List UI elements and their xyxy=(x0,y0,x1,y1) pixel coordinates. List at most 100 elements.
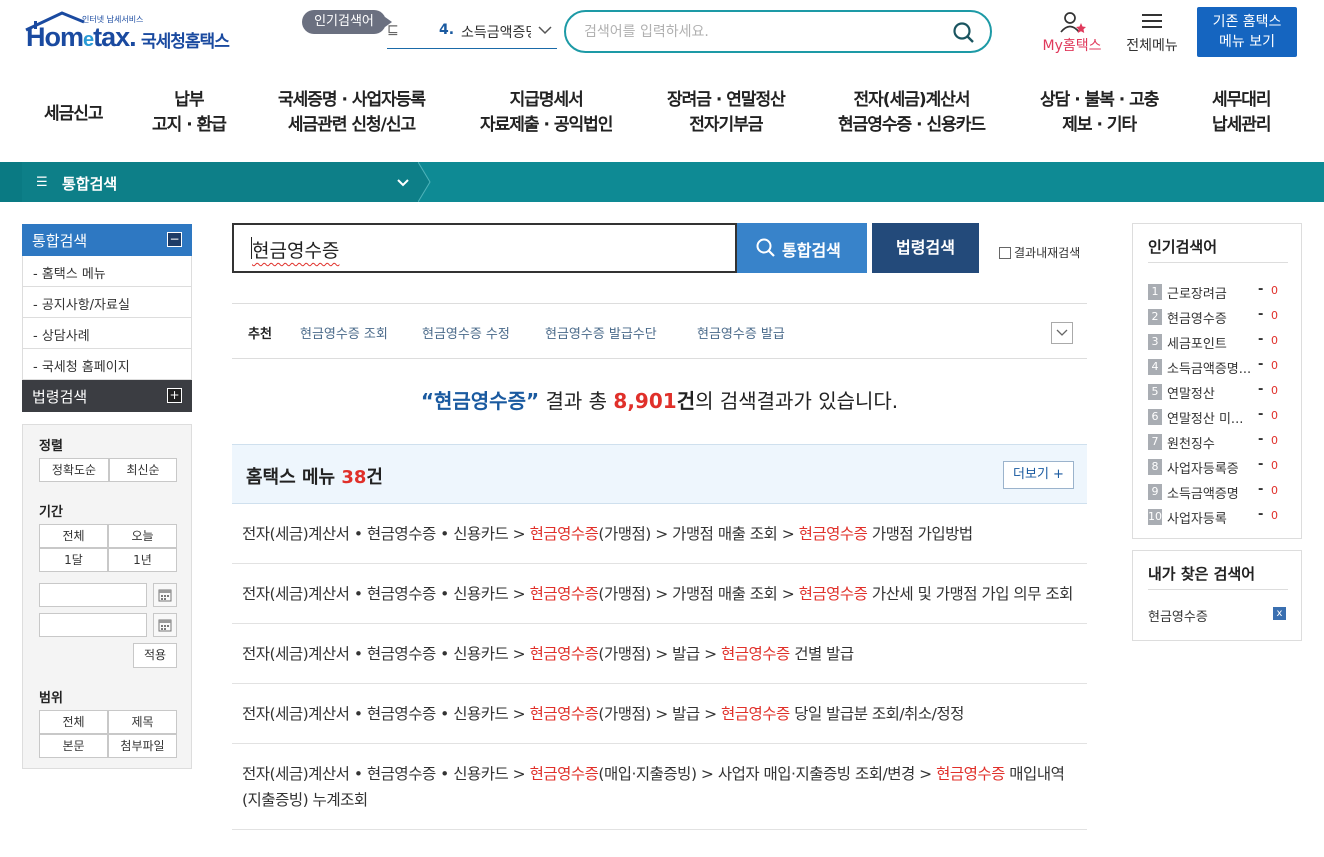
scope-body-button[interactable]: 본문 xyxy=(39,734,108,758)
lnb-item-hometax-menu[interactable]: - 홈택스 메뉴 xyxy=(23,256,191,287)
calendar-icon[interactable] xyxy=(153,613,177,637)
date-from-input[interactable] xyxy=(39,583,147,607)
checkbox-box[interactable] xyxy=(999,247,1011,259)
my-searches-title: 내가 찾은 검색어 xyxy=(1148,565,1256,583)
collapse-icon[interactable]: − xyxy=(167,232,182,247)
apply-button[interactable]: 적용 xyxy=(133,643,177,668)
calendar-icon[interactable] xyxy=(153,583,177,607)
scope-attachment-button[interactable]: 첨부파일 xyxy=(108,734,177,758)
popular-keyword-row[interactable]: 5 연말정산 -0 xyxy=(1148,382,1288,402)
period-all-button[interactable]: 전체 xyxy=(39,524,108,548)
gnb-item-e-invoice[interactable]: 전자(세금)계산서 현금영수증 · 신용카드 xyxy=(838,88,986,138)
gnb-item-line2: 전자기부금 xyxy=(689,115,763,135)
gnb-item-line2: 고지 · 환급 xyxy=(152,115,227,135)
sort-accuracy-button[interactable]: 정확도순 xyxy=(39,458,109,482)
popular-keyword-row[interactable]: 9 소득금액증명 -0 xyxy=(1148,482,1288,502)
recommend-keyword[interactable]: 현금영수증 발급 xyxy=(697,323,785,342)
gnb-item-tax-agent[interactable]: 세무대리 납세관리 xyxy=(1212,88,1272,138)
gnb-item-tax-filing[interactable]: 세금신고 xyxy=(44,102,104,127)
popular-rank-badge: 4 xyxy=(1148,359,1162,375)
rank-change-count: 0 xyxy=(1271,434,1278,447)
header-search-input[interactable] xyxy=(584,22,944,42)
scope-title-button[interactable]: 제목 xyxy=(108,710,177,734)
recommend-keyword[interactable]: 현금영수증 수정 xyxy=(422,323,510,342)
recommend-keyword[interactable]: 현금영수증 조회 xyxy=(300,323,388,342)
popular-keyword: 사업자등록 xyxy=(1167,512,1227,527)
result-item[interactable]: 전자(세금)계산서 • 현금영수증 • 신용카드 > 현금영수증(가맹점) > … xyxy=(232,504,1087,564)
roller-keyword[interactable]: 소득금액증명 xyxy=(461,22,531,42)
summary-query: 현금영수증 xyxy=(433,389,526,413)
popular-keyword-row[interactable]: 4 소득금액증명... -0 xyxy=(1148,357,1288,377)
date-to-input[interactable] xyxy=(39,613,147,637)
old-hometax-menu-button[interactable]: 기존 홈택스 메뉴 보기 xyxy=(1197,7,1297,57)
lnb-item-nts-homepage[interactable]: - 국세청 홈페이지 xyxy=(23,349,191,380)
gnb-item-incentives[interactable]: 장려금 · 연말정산 전자기부금 xyxy=(667,88,786,138)
popular-keyword-roller[interactable]: ⊑ 4. 소득금액증명 xyxy=(387,16,557,49)
period-1month-button[interactable]: 1달 xyxy=(39,548,108,572)
breadcrumb-menu-icon: ☰ xyxy=(36,175,48,190)
gnb-item-consultation[interactable]: 상담 · 불복 · 고충 제보 · 기타 xyxy=(1040,88,1159,138)
search-in-result-checkbox[interactable]: 결과내재검색 xyxy=(999,244,1080,261)
popular-keyword-row[interactable]: 7 원천징수 -0 xyxy=(1148,432,1288,452)
chevron-down-icon[interactable] xyxy=(396,177,410,189)
popular-rank-badge: 6 xyxy=(1148,409,1162,425)
popular-keyword-row[interactable]: 2 현금영수증 -0 xyxy=(1148,307,1288,327)
lnb-item-consult-cases[interactable]: - 상담사례 xyxy=(23,318,191,349)
law-search-button[interactable]: 법령검색 xyxy=(872,223,979,273)
popular-keyword-row[interactable]: 8 사업자등록증 -0 xyxy=(1148,457,1288,477)
my-hometax-button[interactable]: My홈택스 xyxy=(1036,10,1108,56)
hometax-logo[interactable]: 인터넷 납세서비스 Hometax. 국세청홈택스 xyxy=(24,10,239,60)
gnb-item-line2: 제보 · 기타 xyxy=(1062,115,1137,135)
rank-change-dash: - xyxy=(1258,332,1264,347)
result-text: 전자(세금)계산서 • 현금영수증 • 신용카드 > xyxy=(242,705,530,723)
expand-icon[interactable]: + xyxy=(167,388,182,403)
gnb-item-line2: 자료제출 · 공익법인 xyxy=(480,115,613,135)
popular-keyword: 소득금액증명 xyxy=(1167,487,1239,502)
popular-keyword-row[interactable]: 6 연말정산 미... -0 xyxy=(1148,407,1288,427)
scope-all-button[interactable]: 전체 xyxy=(39,710,108,734)
delete-icon[interactable]: x xyxy=(1273,607,1286,620)
recommend-keyword[interactable]: 현금영수증 발급수단 xyxy=(545,323,657,342)
popular-keyword-row[interactable]: 3 세금포인트 -0 xyxy=(1148,332,1288,352)
result-item[interactable]: 전자(세금)계산서 • 현금영수증 • 신용카드 > 현금영수증(가맹점) > … xyxy=(232,564,1087,624)
gnb-item-line1: 상담 · 불복 · 고충 xyxy=(1040,90,1159,110)
main-search-input[interactable]: 현금영수증 xyxy=(232,223,737,273)
lnb-law-search[interactable]: 법령검색 + xyxy=(22,380,192,412)
result-text: 가산세 및 가맹점 가입 의무 조회 xyxy=(867,585,1074,603)
period-today-button[interactable]: 오늘 xyxy=(108,524,177,548)
old-menu-line2: 메뉴 보기 xyxy=(1219,34,1275,50)
result-item[interactable]: 전자(세금)계산서 • 현금영수증 • 신용카드 > 현금영수증(가맹점) > … xyxy=(232,684,1087,744)
result-text: (가맹점) > 발급 > xyxy=(598,645,721,663)
logo-wordmark: Hometax. xyxy=(26,22,137,52)
lnb-unified-search[interactable]: 통합검색 − xyxy=(22,224,192,256)
roller-prev-fragment: ⊑ xyxy=(387,22,399,38)
unified-search-button[interactable]: 통합검색 xyxy=(737,223,867,273)
gnb-item-payment[interactable]: 납부 고지 · 환급 xyxy=(152,88,227,138)
chevron-down-icon[interactable] xyxy=(1051,322,1073,344)
popular-keyword-row[interactable]: 10 사업자등록 -0 xyxy=(1148,507,1288,527)
result-highlight: 현금영수증 xyxy=(798,585,868,603)
my-search-keyword[interactable]: 현금영수증 xyxy=(1148,606,1208,625)
more-button[interactable]: 더보기 + xyxy=(1003,461,1074,489)
popular-keyword-row[interactable]: 1 근로장려금 -0 xyxy=(1148,282,1288,302)
gnb-item-certificates[interactable]: 국세증명 · 사업자등록 세금관련 신청/신고 xyxy=(278,88,426,138)
rank-change-count: 0 xyxy=(1271,509,1278,522)
result-text: (가맹점) > 가맹점 매출 조회 > xyxy=(598,525,799,543)
summary-open-quote: “ xyxy=(420,389,434,413)
unified-search-label: 통합검색 xyxy=(782,241,841,260)
period-1year-button[interactable]: 1년 xyxy=(108,548,177,572)
rank-change-count: 0 xyxy=(1271,384,1278,397)
chevron-down-icon[interactable] xyxy=(537,20,553,40)
section-unit: 건 xyxy=(366,467,383,488)
result-item[interactable]: 전자(세금)계산서 • 현금영수증 • 신용카드 > 현금영수증(가맹점) > … xyxy=(232,624,1087,684)
sort-latest-button[interactable]: 최신순 xyxy=(109,458,177,482)
gnb-item-payment-statements[interactable]: 지급명세서 자료제출 · 공익법인 xyxy=(480,88,613,138)
search-icon[interactable] xyxy=(952,21,976,45)
logo-korean-name: 국세청홈택스 xyxy=(141,32,230,52)
popular-rank-badge: 8 xyxy=(1148,459,1162,475)
result-item[interactable]: 전자(세금)계산서 • 현금영수증 • 신용카드 > 현금영수증(매입·지출증빙… xyxy=(232,744,1087,830)
result-highlight: 현금영수증 xyxy=(798,525,868,543)
all-menu-button[interactable]: 전체메뉴 xyxy=(1120,10,1184,56)
lnb-item-notices[interactable]: - 공지사항/자료실 xyxy=(23,287,191,318)
popular-rank-badge: 5 xyxy=(1148,384,1162,400)
